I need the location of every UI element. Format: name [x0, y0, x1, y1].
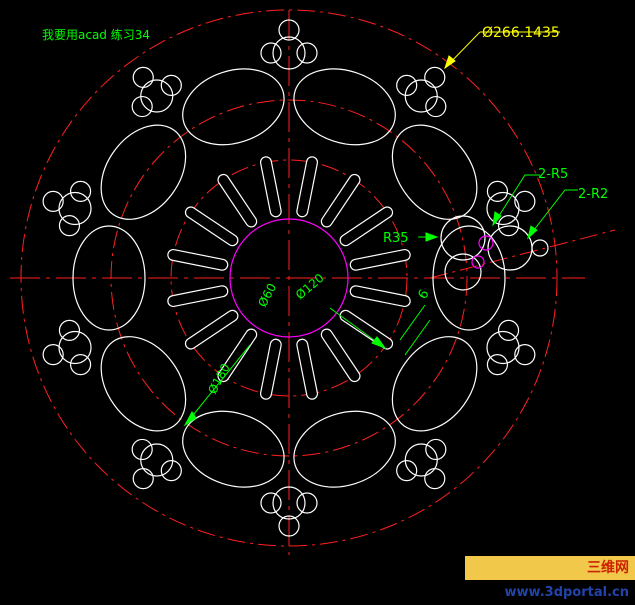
- lobe-tip: [424, 66, 446, 88]
- slot-inner: [261, 339, 281, 399]
- lobe-side: [486, 354, 509, 376]
- lobe-side: [296, 492, 318, 514]
- slot-inner: [186, 207, 238, 246]
- lobe-side: [160, 460, 182, 482]
- lobe-side: [69, 180, 92, 202]
- lobe: [486, 330, 520, 365]
- slot-inner: [186, 310, 238, 349]
- slot-inner: [297, 339, 317, 399]
- lobe-side: [58, 319, 81, 342]
- slot-inner: [168, 250, 228, 270]
- dia-60-label: Ø60: [255, 281, 279, 309]
- r5-label: 2-R5: [538, 167, 568, 182]
- slot-inner: [261, 157, 281, 217]
- lobe-side: [260, 42, 282, 64]
- petal: [100, 336, 187, 432]
- lobe-side: [497, 319, 520, 342]
- lobe: [486, 191, 520, 226]
- lobe-side: [486, 180, 509, 202]
- lobe-side: [58, 214, 81, 237]
- lobe-tip: [132, 468, 154, 490]
- slot-inner: [321, 329, 360, 381]
- slot-inner: [168, 286, 228, 306]
- slot-inner: [340, 310, 392, 349]
- slot-inner: [350, 286, 410, 306]
- petal: [293, 68, 396, 146]
- lobe-side: [131, 95, 153, 118]
- lobe-side: [296, 42, 318, 64]
- lobe-side: [425, 95, 447, 118]
- watermark-cn: 三维网: [587, 560, 629, 576]
- slot-inner: [340, 207, 392, 246]
- slot-inner: [218, 175, 257, 227]
- lobe: [404, 443, 438, 477]
- detail-arcs: [471, 235, 494, 269]
- slot-width-label: 6: [415, 287, 432, 302]
- slot-inner: [297, 157, 317, 217]
- lobe-side: [260, 492, 282, 514]
- lobe: [140, 79, 174, 113]
- petal: [391, 124, 478, 220]
- petal: [182, 68, 285, 146]
- lobe-side: [160, 74, 182, 96]
- petal: [293, 410, 396, 488]
- lobe-tip: [424, 468, 446, 490]
- lobe-side: [396, 74, 418, 96]
- petal: [100, 124, 187, 220]
- r2-label: 2-R2: [578, 187, 608, 202]
- dia-120-label: Ø120: [293, 271, 327, 303]
- lobe-side: [131, 438, 153, 461]
- lobe: [58, 191, 92, 226]
- drawing-title: 我要用acad 练习34: [42, 28, 151, 42]
- lobe-tip: [132, 66, 154, 88]
- r35-label: R35: [383, 231, 409, 246]
- outer-diameter-label: Ø266.1435: [482, 25, 560, 41]
- watermark-url: www.3dportal.cn: [504, 585, 629, 600]
- slot-inner: [321, 175, 360, 227]
- slot-inner: [350, 250, 410, 270]
- lobe: [140, 443, 174, 477]
- lobe-side: [425, 438, 447, 461]
- lobe-side: [69, 354, 92, 376]
- cad-drawing: Ø266.1435 Ø180 Ø120 Ø60 R35 2-R5 2-R2 6: [10, 9, 616, 555]
- lobe-side: [396, 460, 418, 482]
- lobe: [404, 79, 438, 113]
- watermark: 三维网 www.3dportal.cn: [465, 556, 635, 600]
- petal: [391, 336, 478, 432]
- lobe: [58, 330, 92, 365]
